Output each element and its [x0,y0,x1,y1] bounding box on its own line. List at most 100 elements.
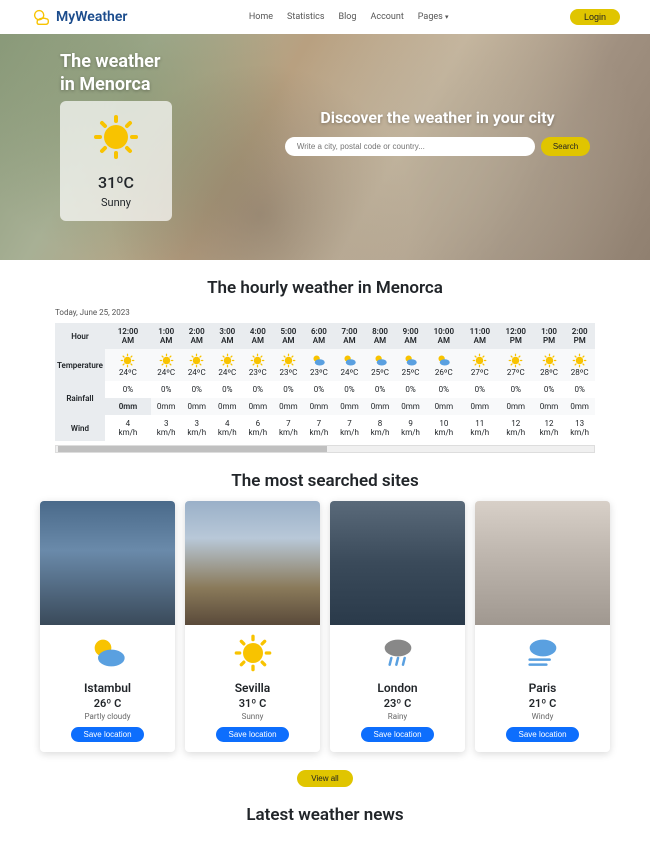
wind-cell: 10km/h [426,415,462,441]
brand-text: MyWeather [56,9,127,25]
nav-link-blog[interactable]: Blog [339,12,357,22]
rain-mm-cell: 0mm [212,398,243,415]
rain-mm-cell: 0mm [395,398,426,415]
sun-icon [250,353,265,368]
hourly-scrollbar[interactable] [55,445,595,453]
rain-mm-cell: 0mm [365,398,396,415]
rain-mm-cell: 0mm [534,398,565,415]
site-name: Paris [481,681,604,695]
view-all-button[interactable]: View all [297,770,352,787]
partly-icon [436,353,451,368]
temp-cell: 25ºC [395,349,426,381]
nav-links: Home Statistics Blog Account Pages ▾ [249,12,449,22]
hour-header: 12:00AM [105,323,151,349]
wind-cell: 4km/h [212,415,243,441]
sun-icon [159,353,174,368]
current-temp: 31ºC [68,173,164,192]
sun-icon [472,353,487,368]
rain-pct-cell: 0% [498,381,534,398]
temp-cell: 28ºC [564,349,595,381]
login-button[interactable]: Login [570,9,620,25]
save-location-button[interactable]: Save location [71,727,143,742]
rain-mm-cell: 0mm [243,398,274,415]
discover-title: Discover the weather in your city [255,108,620,127]
hour-header: 1:00AM [151,323,182,349]
wind-cell: 12km/h [534,415,565,441]
temp-cell: 24ºC [105,349,151,381]
save-location-button[interactable]: Save location [216,727,288,742]
header-wind: Wind [55,415,105,441]
wind-cell: 13km/h [564,415,595,441]
save-location-button[interactable]: Save location [506,727,578,742]
partly-icon [373,353,388,368]
search-button[interactable]: Search [541,137,590,156]
wind-cell: 11km/h [462,415,498,441]
rain-mm-cell: 0mm [304,398,335,415]
sun-icon [572,353,587,368]
current-condition: Sunny [68,196,164,209]
sun-icon [542,353,557,368]
site-temp: 31º C [191,697,314,710]
rain-pct-cell: 0% [564,381,595,398]
site-temp: 26º C [46,697,169,710]
hour-header: 5:00AM [273,323,304,349]
wind-cell: 7km/h [334,415,365,441]
wind-cell: 7km/h [273,415,304,441]
sun-icon [233,633,273,673]
rain-pct-cell: 0% [426,381,462,398]
current-weather-card: 31ºC Sunny [60,101,172,221]
rain-pct-cell: 0% [534,381,565,398]
date-label: Today, June 25, 2023 [55,308,595,317]
nav-link-home[interactable]: Home [249,12,273,22]
rain-pct-cell: 0% [304,381,335,398]
nav-link-pages[interactable]: Pages ▾ [418,12,449,22]
hour-header: 11:00AM [462,323,498,349]
nav-link-statistics[interactable]: Statistics [287,12,324,22]
rain-mm-cell: 0mm [462,398,498,415]
wind-cell: 8km/h [365,415,396,441]
hour-header: 2:00AM [181,323,212,349]
brand[interactable]: MyWeather [30,6,127,28]
wind-cell: 9km/h [395,415,426,441]
rain-mm-cell: 0mm [181,398,212,415]
rain-pct-cell: 0% [334,381,365,398]
sun-icon [189,353,204,368]
rain-pct-cell: 0% [105,381,151,398]
save-location-button[interactable]: Save location [361,727,433,742]
wind-cell: 6km/h [243,415,274,441]
hour-header: 12:00PM [498,323,534,349]
temp-cell: 28ºC [534,349,565,381]
wind-cell: 4km/h [105,415,151,441]
site-condition: Rainy [336,712,459,721]
rain-mm-cell: 0mm [105,398,151,415]
nav-link-account[interactable]: Account [370,12,403,22]
temp-cell: 23ºC [243,349,274,381]
hour-header: 10:00AM [426,323,462,349]
wind-cell: 3km/h [181,415,212,441]
search-input[interactable] [285,137,535,156]
hero-title: The weatherin Menorca [60,50,215,97]
most-searched-title: The most searched sites [0,471,650,491]
rain-mm-cell: 0mm [151,398,182,415]
site-card[interactable]: Paris21º CWindySave location [475,501,610,752]
hour-header: 7:00AM [334,323,365,349]
temp-cell: 24ºC [334,349,365,381]
site-image [185,501,320,625]
header-rain: Rainfall [55,381,105,415]
rain-pct-cell: 0% [181,381,212,398]
rain-mm-cell: 0mm [498,398,534,415]
temp-cell: 23ºC [304,349,335,381]
hour-header: 6:00AM [304,323,335,349]
temp-cell: 27ºC [462,349,498,381]
rain-mm-cell: 0mm [564,398,595,415]
hourly-table: Hour12:00AM1:00AM2:00AM3:00AM4:00AM5:00A… [55,323,595,441]
hourly-title: The hourly weather in Menorca [0,278,650,298]
site-card[interactable]: Sevilla31º CSunnySave location [185,501,320,752]
temp-cell: 27ºC [498,349,534,381]
site-card[interactable]: Istambul26º CPartly cloudySave location [40,501,175,752]
rain-pct-cell: 0% [462,381,498,398]
site-card[interactable]: London23º CRainySave location [330,501,465,752]
rain-pct-cell: 0% [151,381,182,398]
rain-icon [378,633,418,673]
wind-cell: 3km/h [151,415,182,441]
